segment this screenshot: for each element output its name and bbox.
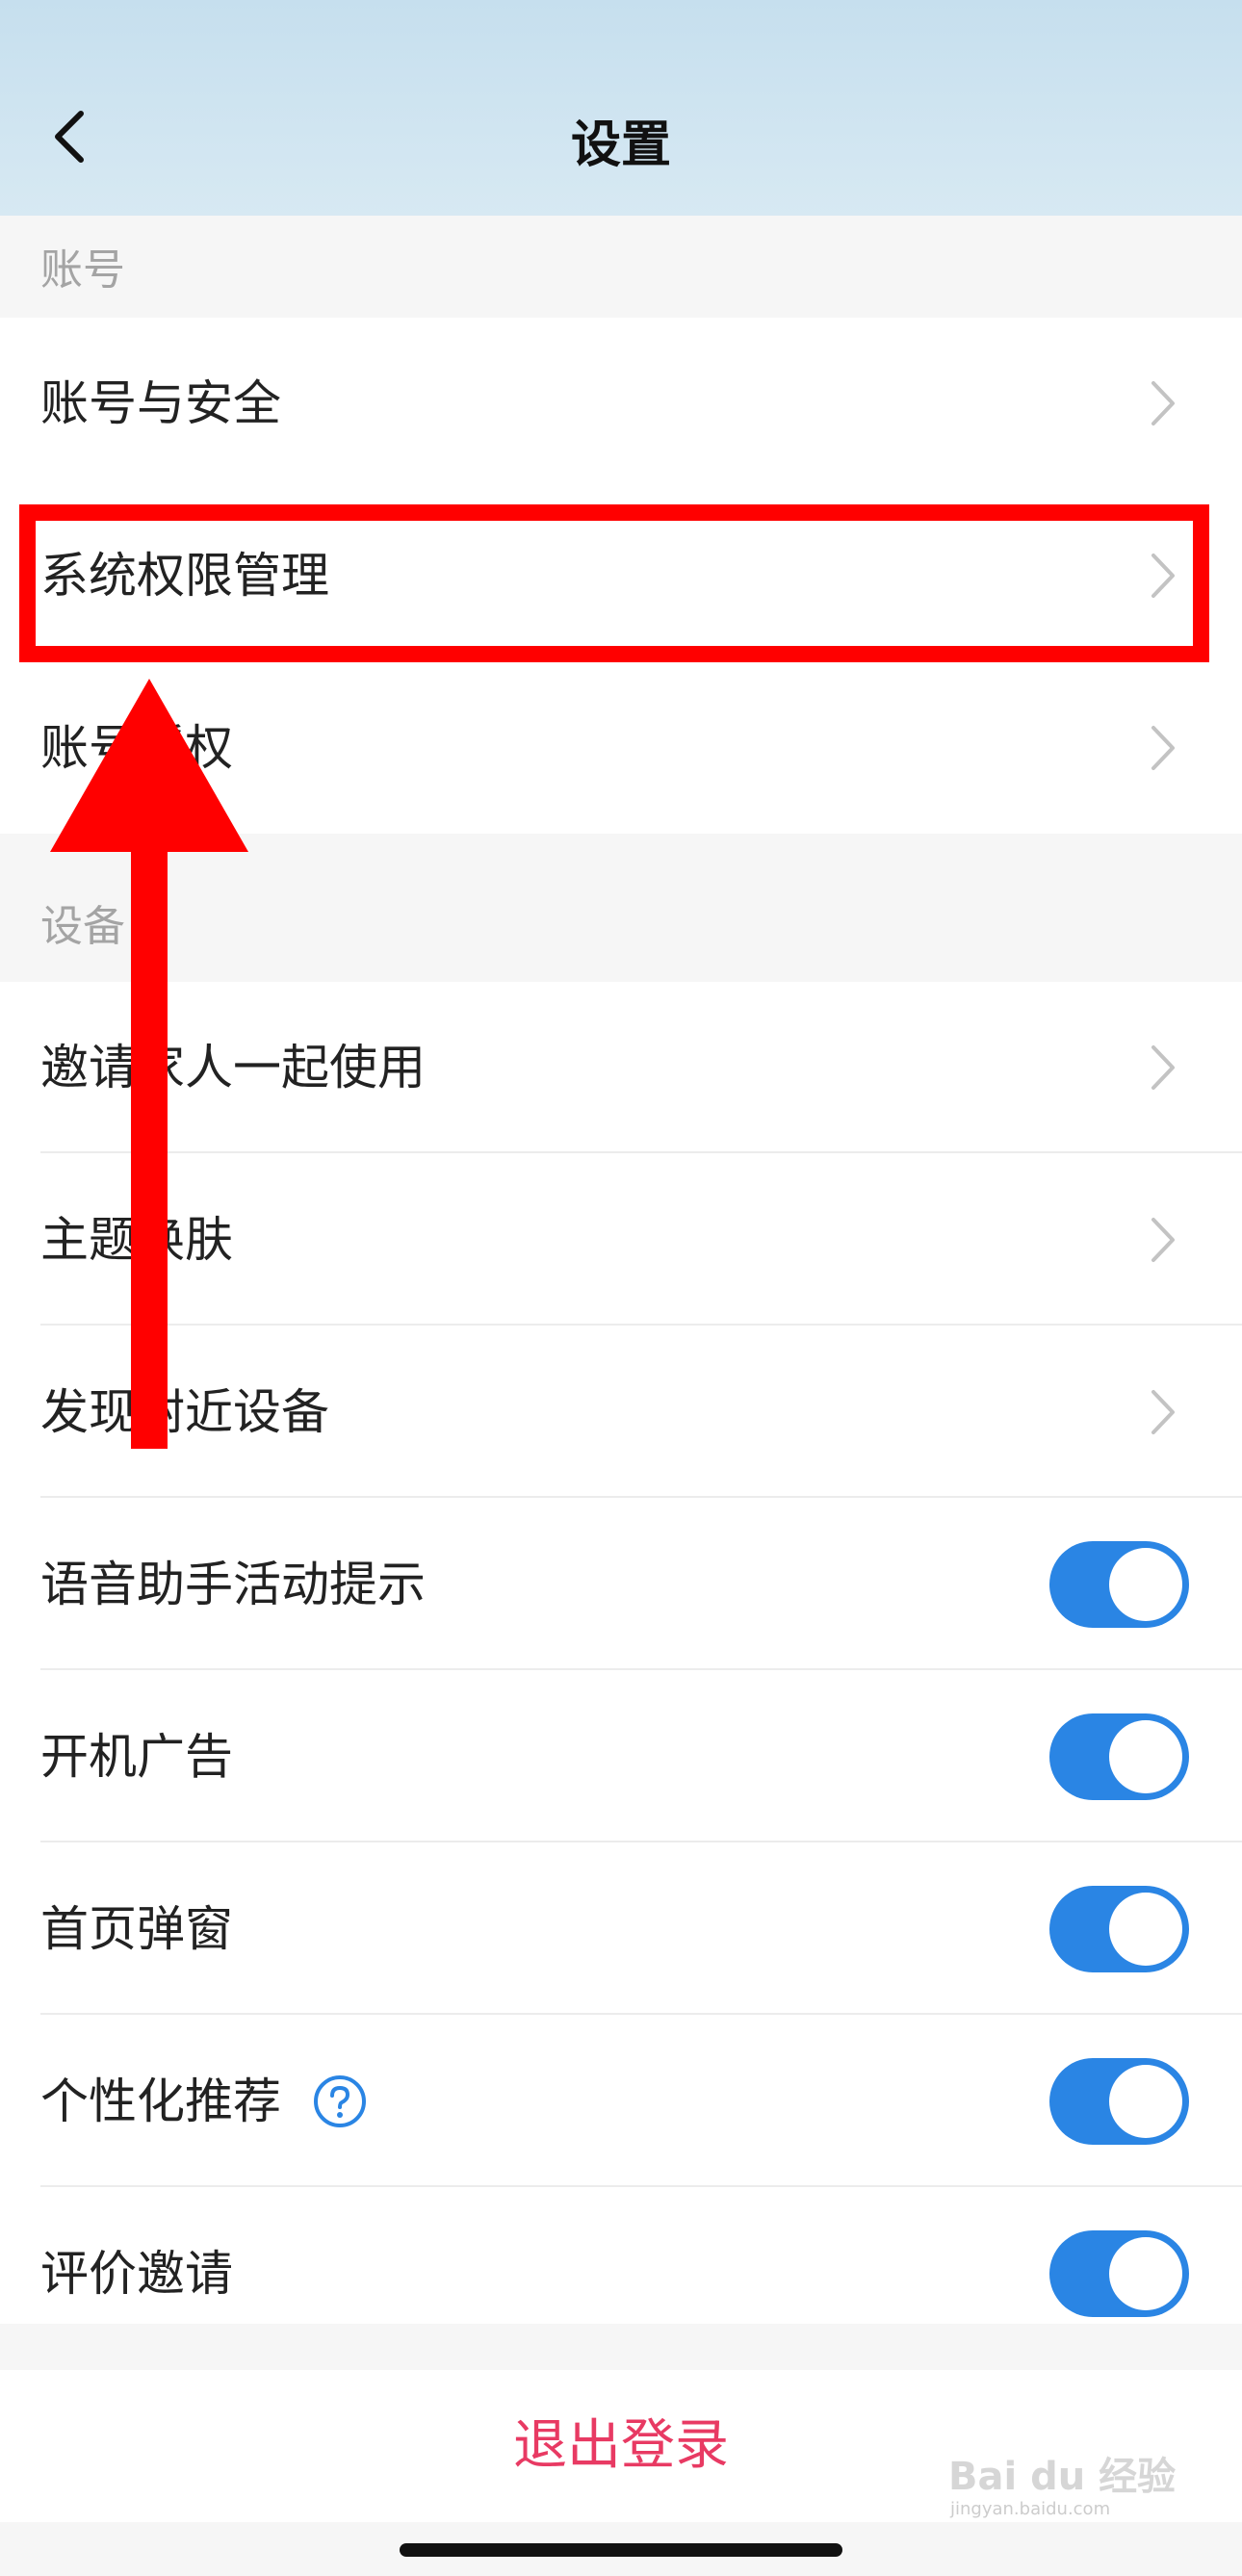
home-indicator: [400, 2543, 842, 2557]
row-boot-ad: 开机广告: [0, 1671, 1242, 1842]
divider: [40, 2185, 1242, 2187]
chevron-right-icon: [1151, 1045, 1175, 1090]
chevron-right-icon: [1151, 726, 1175, 770]
voice-assistant-toggle[interactable]: [1049, 1541, 1189, 1628]
row-label: 账号与安全: [40, 375, 281, 431]
help-icon[interactable]: [312, 2074, 368, 2129]
section-label-account: 账号: [40, 245, 125, 295]
toggle-knob: [1109, 1893, 1182, 1966]
row-review-invite: 评价邀请: [0, 2188, 1242, 2359]
row-home-popup: 首页弹窗: [0, 1843, 1242, 2015]
review-invite-toggle[interactable]: [1049, 2230, 1189, 2317]
watermark-subtext: jingyan.baidu.com: [950, 2499, 1111, 2519]
chevron-right-icon: [1151, 1218, 1175, 1262]
row-label: 语音助手活动提示: [40, 1557, 426, 1612]
watermark: Bai du 经验 jingyan.baidu.com: [948, 2445, 1179, 2532]
row-label: 个性化推荐: [40, 2074, 281, 2129]
row-account-security[interactable]: 账号与安全: [0, 318, 1242, 489]
watermark-text: Bai du 经验: [948, 2455, 1177, 2499]
home-popup-toggle[interactable]: [1049, 1886, 1189, 1972]
boot-ad-toggle[interactable]: [1049, 1713, 1189, 1800]
row-personalized-recommend: 个性化推荐: [0, 2016, 1242, 2187]
row-label: 评价邀请: [40, 2246, 233, 2302]
highlight-box: [19, 504, 1209, 662]
page-title: 设置: [570, 116, 671, 174]
row-voice-assistant-tip: 语音助手活动提示: [0, 1499, 1242, 1670]
divider: [40, 2013, 1242, 2015]
arrow-up-icon: [50, 679, 248, 1449]
section-header-account: 账号: [0, 216, 1242, 318]
toggle-knob: [1109, 2237, 1182, 2310]
row-label: 开机广告: [40, 1729, 233, 1785]
chevron-right-icon: [1151, 381, 1175, 425]
divider: [40, 1496, 1242, 1498]
toggle-knob: [1109, 1548, 1182, 1621]
nav-header: 设置: [0, 0, 1242, 216]
row-label: 首页弹窗: [40, 1901, 233, 1957]
personalized-recommend-toggle[interactable]: [1049, 2058, 1189, 2145]
divider: [40, 1668, 1242, 1670]
chevron-right-icon: [1151, 1390, 1175, 1434]
toggle-knob: [1109, 1720, 1182, 1793]
divider: [40, 1841, 1242, 1842]
toggle-knob: [1109, 2065, 1182, 2138]
